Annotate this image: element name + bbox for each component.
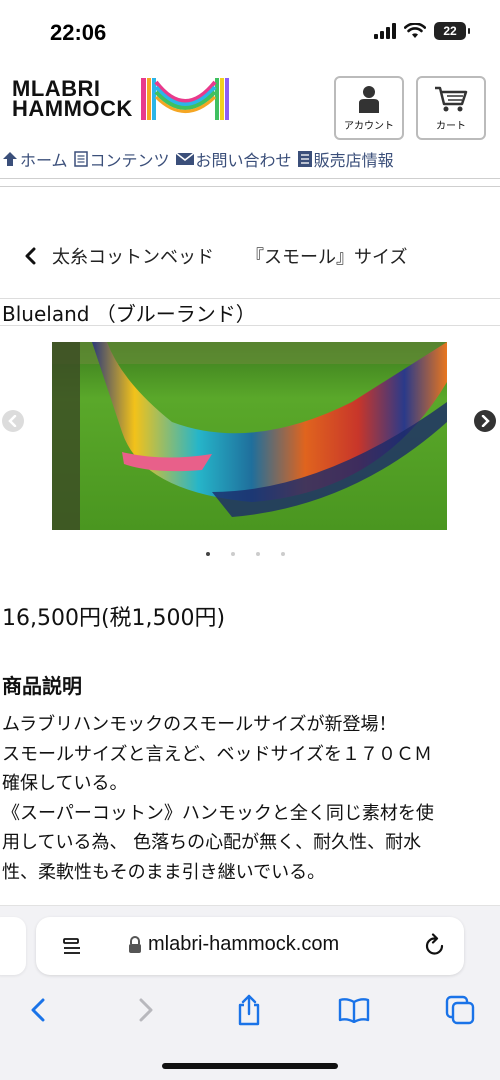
mail-icon (175, 152, 194, 166)
carousel-dot[interactable] (206, 552, 210, 556)
wifi-icon (404, 23, 426, 38)
chevron-right-icon (139, 998, 153, 1022)
nav-divider-secondary (0, 186, 500, 187)
carousel-next-button[interactable] (474, 410, 496, 432)
lock-icon (129, 936, 141, 953)
hammock-logo-icon (140, 78, 229, 120)
breadcrumb-size: 『スモール』サイズ (246, 247, 408, 268)
document-icon (73, 151, 88, 167)
status-time: 22:06 (50, 20, 107, 45)
status-icons: 22 (374, 22, 470, 40)
share-icon (238, 994, 260, 1026)
nav-item-stores[interactable]: 販売店情報 (297, 147, 394, 171)
url-text: mlabri-hammock.com (148, 933, 340, 955)
description-line: スモールサイズと言えど、ベッドサイズを１７０ＣＭ (2, 743, 433, 765)
site-header: MLABRI HAMMOCK アカウント カート (0, 62, 500, 146)
account-button[interactable]: アカウント (334, 76, 404, 140)
description-line: 確保している。 (2, 773, 128, 794)
shopping-cart-icon (435, 86, 468, 111)
book-icon (338, 998, 370, 1023)
tabs-button[interactable] (442, 992, 478, 1028)
nav-divider (0, 178, 500, 179)
cellular-signal-icon (374, 23, 396, 39)
back-button[interactable] (20, 992, 56, 1028)
person-icon (359, 85, 379, 113)
chevron-left-icon (25, 247, 36, 265)
description-line: ムラブリハンモックのスモールサイズが新登場！ (2, 714, 397, 735)
description-line: 性、柔軟性もそのまま引き継いでいる。 (2, 861, 326, 883)
home-indicator (162, 1063, 338, 1069)
share-button[interactable] (231, 992, 267, 1028)
breadcrumb[interactable]: 太糸コットンベッド 『スモール』サイズ (24, 240, 484, 272)
divider (0, 325, 500, 326)
hammock-photo (52, 342, 447, 530)
nav-stores-label: 販売店情報 (313, 151, 394, 170)
carousel-dot[interactable] (231, 552, 235, 556)
logo-line2: HAMMOCK (12, 96, 133, 121)
battery-indicator: 22 (434, 22, 470, 40)
main-nav: ホーム コンテンツ お問い合わせ 販売店情報 (0, 146, 500, 172)
description-line: 《スーパーコットン》ハンモックと全く同じ素材を使 (2, 802, 434, 824)
previous-tab-preview[interactable] (0, 917, 26, 975)
nav-item-contents[interactable]: コンテンツ (73, 147, 170, 171)
page-menu-icon[interactable] (62, 936, 82, 956)
nav-contents-label: コンテンツ (89, 151, 170, 170)
carousel-dot[interactable] (256, 552, 260, 556)
chevron-left-icon (8, 415, 17, 427)
account-label: アカウント (344, 120, 394, 132)
list-book-icon (297, 151, 312, 167)
tabs-overview-icon (445, 995, 475, 1025)
breadcrumb-title: 太糸コットンベッド (52, 247, 214, 268)
product-image-carousel[interactable] (52, 342, 447, 530)
product-description: ムラブリハンモックのスモールサイズが新登場！ スモールサイズと言えど、ベッドサイ… (2, 710, 494, 887)
cart-button[interactable]: カート (416, 76, 486, 140)
chevron-left-icon (31, 998, 45, 1022)
nav-home-label: ホーム (20, 151, 68, 170)
address-bar[interactable]: mlabri-hammock.com (36, 917, 464, 975)
product-price: 16,500円(税1,500円) (2, 606, 226, 631)
carousel-prev-button[interactable] (2, 410, 24, 432)
browser-toolbar (0, 990, 500, 1030)
bookmarks-button[interactable] (336, 992, 372, 1028)
nav-contact-label: お問い合わせ (195, 151, 292, 170)
nav-item-home[interactable]: ホーム (2, 147, 68, 171)
description-line: 用している為、 色落ちの心配が無く、耐久性、耐水 (2, 832, 422, 853)
site-logo[interactable]: MLABRI HAMMOCK (12, 76, 231, 122)
logo-wordmark: MLABRI HAMMOCK (12, 78, 133, 121)
description-heading: 商品説明 (2, 674, 82, 698)
reload-icon[interactable] (424, 933, 446, 957)
product-name: Blueland （ブルーランド） (2, 301, 256, 326)
carousel-pagination (206, 552, 285, 556)
home-arrow-icon (2, 151, 18, 167)
carousel-dot[interactable] (281, 552, 285, 556)
chevron-right-icon (481, 415, 490, 427)
cart-label: カート (436, 120, 466, 132)
forward-button[interactable] (128, 992, 164, 1028)
nav-item-contact[interactable]: お問い合わせ (175, 147, 292, 171)
status-bar: 22:06 22 (0, 0, 500, 62)
